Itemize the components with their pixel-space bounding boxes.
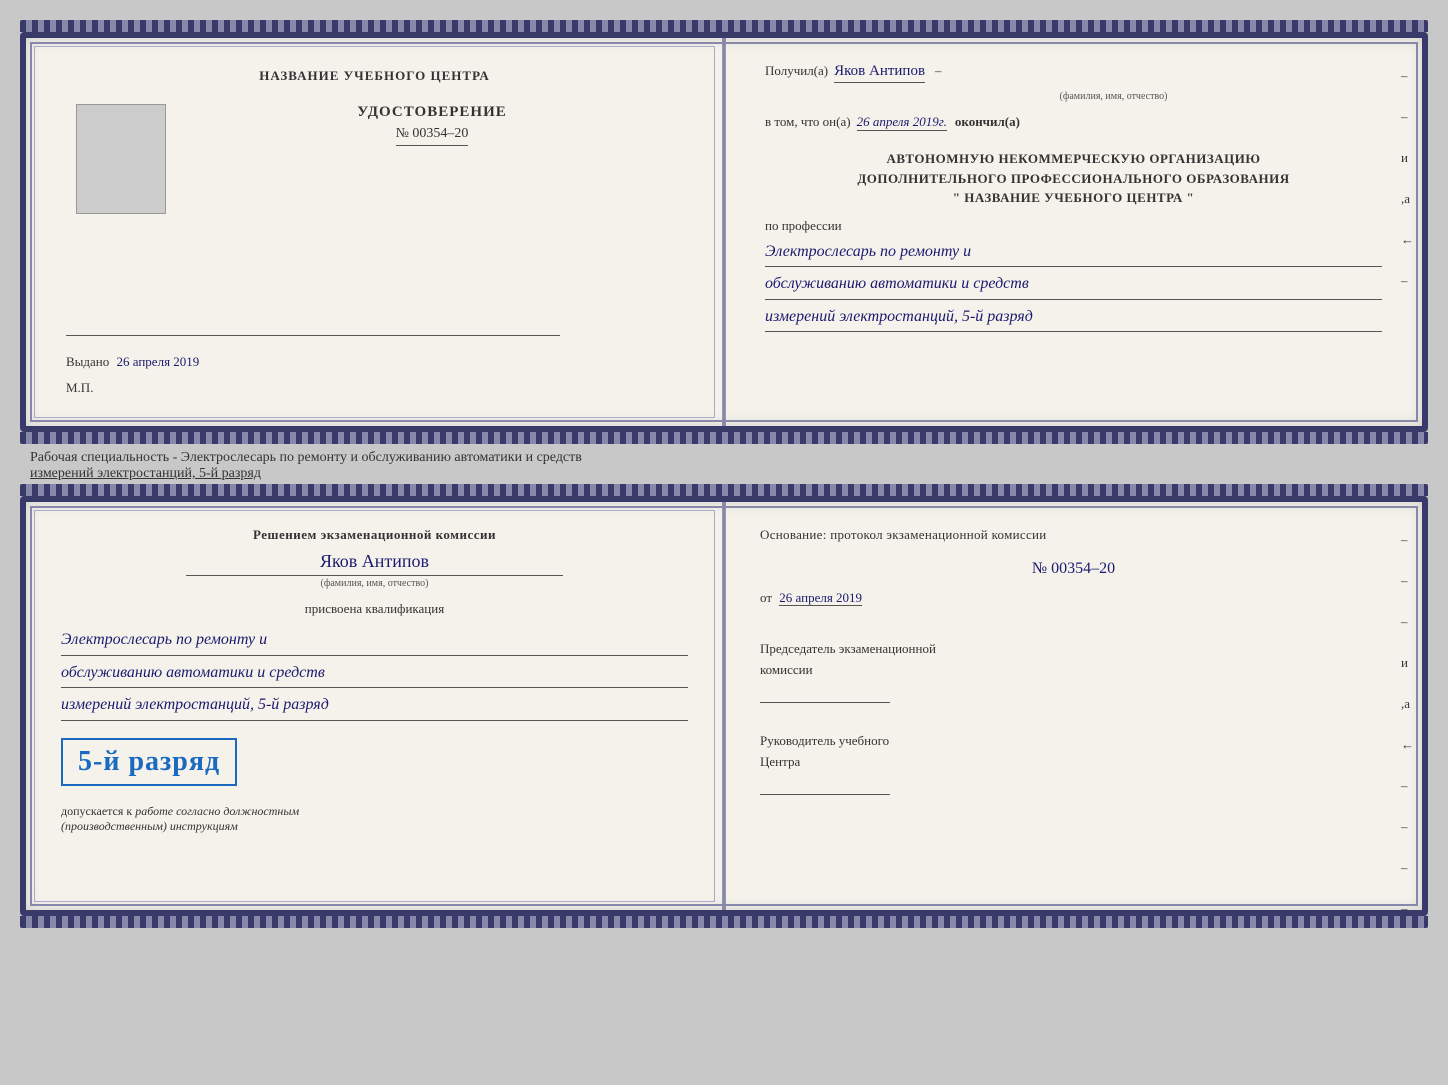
middle-text-area: Рабочая специальность - Электрослесарь п… [20, 444, 1428, 484]
qual-line3: измерений электростанций, 5-й разряд [61, 692, 688, 721]
допускается-text2: (производственным) инструкциям [61, 819, 688, 834]
cert-photo [76, 104, 166, 214]
profession-line2: обслуживанию автоматики и средств [765, 271, 1382, 300]
director-title: Руководитель учебного [760, 733, 1387, 749]
org-line2: ДОПОЛНИТЕЛЬНОГО ПРОФЕССИОНАЛЬНОГО ОБРАЗО… [765, 169, 1382, 189]
profession-line1: Электрослесарь по ремонту и [765, 239, 1382, 268]
org-text-block: АВТОНОМНУЮ НЕКОММЕРЧЕСКУЮ ОРГАНИЗАЦИЮ ДО… [765, 149, 1382, 208]
profession-line3: измерений электростанций, 5-й разряд [765, 304, 1382, 333]
recipient-name: Яков Антипов [834, 63, 925, 83]
issued-date: 26 апреля 2019 [117, 354, 200, 369]
top-right-page: Получил(а) Яков Антипов – (фамилия, имя,… [725, 38, 1422, 426]
rank-label: 5-й разряд [61, 738, 237, 786]
date-prefix: от [760, 590, 772, 605]
fio-subtitle-top: (фамилия, имя, отчество) [845, 91, 1382, 102]
bottom-bottom-deco [20, 916, 1428, 928]
bottom-right-page: Основание: протокол экзаменационной коми… [725, 502, 1422, 910]
bottom-fio-subtitle: (фамилия, имя, отчество) [186, 575, 562, 589]
stamp-label: М.П. [66, 380, 93, 396]
page-wrapper: НАЗВАНИЕ УЧЕБНОГО ЦЕНТРА УДОСТОВЕРЕНИЕ №… [20, 20, 1428, 928]
profession-text: Электрослесарь по ремонту и обслуживанию… [765, 239, 1382, 337]
top-document: НАЗВАНИЕ УЧЕБНОГО ЦЕНТРА УДОСТОВЕРЕНИЕ №… [20, 20, 1428, 444]
middle-text-line2: измерений электростанций, 5-й разряд [30, 466, 1418, 482]
in-that-label: в том, что он(а) [765, 114, 851, 130]
qual-line1: Электрослесарь по ремонту и [61, 627, 688, 656]
side-marks-bottom: –––и,а←–––– [1401, 532, 1414, 917]
rank-highlight-container: 5-й разряд [61, 733, 688, 791]
cert-number: № 00354–20 [396, 126, 469, 146]
received-label: Получил(а) [765, 63, 828, 79]
chairman-title: Председатель экзаменационной [760, 641, 1387, 657]
top-left-page: НАЗВАНИЕ УЧЕБНОГО ЦЕНТРА УДОСТОВЕРЕНИЕ №… [26, 38, 725, 426]
допускается-label: допускается к [61, 804, 132, 818]
bottom-left-page: Решением экзаменационной комиссии Яков А… [26, 502, 725, 910]
chairman-block: Председатель экзаменационной комиссии [760, 641, 1387, 718]
profession-label: по профессии [765, 218, 1382, 234]
org-line3: " НАЗВАНИЕ УЧЕБНОГО ЦЕНТРА " [765, 188, 1382, 208]
cert-text-center: УДОСТОВЕРЕНИЕ № 00354–20 [181, 104, 683, 176]
допускается-block: допускается к работе согласно должностны… [61, 804, 688, 819]
bottom-name: Яков Антипов [61, 551, 688, 572]
director-title2: Центра [760, 754, 1387, 770]
bottom-document: Решением экзаменационной комиссии Яков А… [20, 484, 1428, 928]
chairman-signature-line [760, 683, 890, 703]
bottom-qualification: Электрослесарь по ремонту и обслуживанию… [61, 627, 688, 725]
decision-text: Решением экзаменационной комиссии [61, 527, 688, 543]
basis-label: Основание: протокол экзаменационной коми… [760, 527, 1387, 543]
director-signature-line [760, 775, 890, 795]
received-line: Получил(а) Яков Антипов – [765, 63, 1382, 83]
top-doc-spread: НАЗВАНИЕ УЧЕБНОГО ЦЕНТРА УДОСТОВЕРЕНИЕ №… [20, 32, 1428, 432]
top-deco [20, 20, 1428, 32]
cert-main-block: УДОСТОВЕРЕНИЕ № 00354–20 [66, 104, 683, 229]
org-line1: АВТОНОМНУЮ НЕКОММЕРЧЕСКУЮ ОРГАНИЗАЦИЮ [765, 149, 1382, 169]
date-line: от 26 апреля 2019 [760, 590, 1387, 606]
completion-line: в том, что он(а) 26 апреля 2019г. окончи… [765, 114, 1382, 131]
org-title-top: НАЗВАНИЕ УЧЕБНОГО ЦЕНТРА [259, 68, 490, 84]
top-bottom-deco [20, 432, 1428, 444]
bottom-top-deco [20, 484, 1428, 496]
protocol-number: № 00354–20 [760, 560, 1387, 578]
issued-label: Выдано [66, 354, 109, 369]
допускается-text: работе согласно должностным [135, 804, 299, 818]
cert-main-title: УДОСТОВЕРЕНИЕ [357, 104, 507, 121]
chairman-title2: комиссии [760, 662, 1387, 678]
cert-issued-line: Выдано 26 апреля 2019 [66, 344, 683, 370]
left-bottom-row: М.П. [66, 380, 683, 396]
bottom-doc-spread: Решением экзаменационной комиссии Яков А… [20, 496, 1428, 916]
side-marks-top: ––и,а←– [1401, 68, 1414, 289]
qual-line2: обслуживанию автоматики и средств [61, 660, 688, 689]
completed-label: окончил(а) [955, 114, 1020, 130]
director-block: Руководитель учебного Центра [760, 733, 1387, 810]
middle-text-line1: Рабочая специальность - Электрослесарь п… [30, 450, 1418, 466]
date-value: 26 апреля 2019 [779, 590, 862, 606]
assigned-label: присвоена квалификация [61, 601, 688, 617]
completion-date: 26 апреля 2019г. [857, 114, 947, 131]
